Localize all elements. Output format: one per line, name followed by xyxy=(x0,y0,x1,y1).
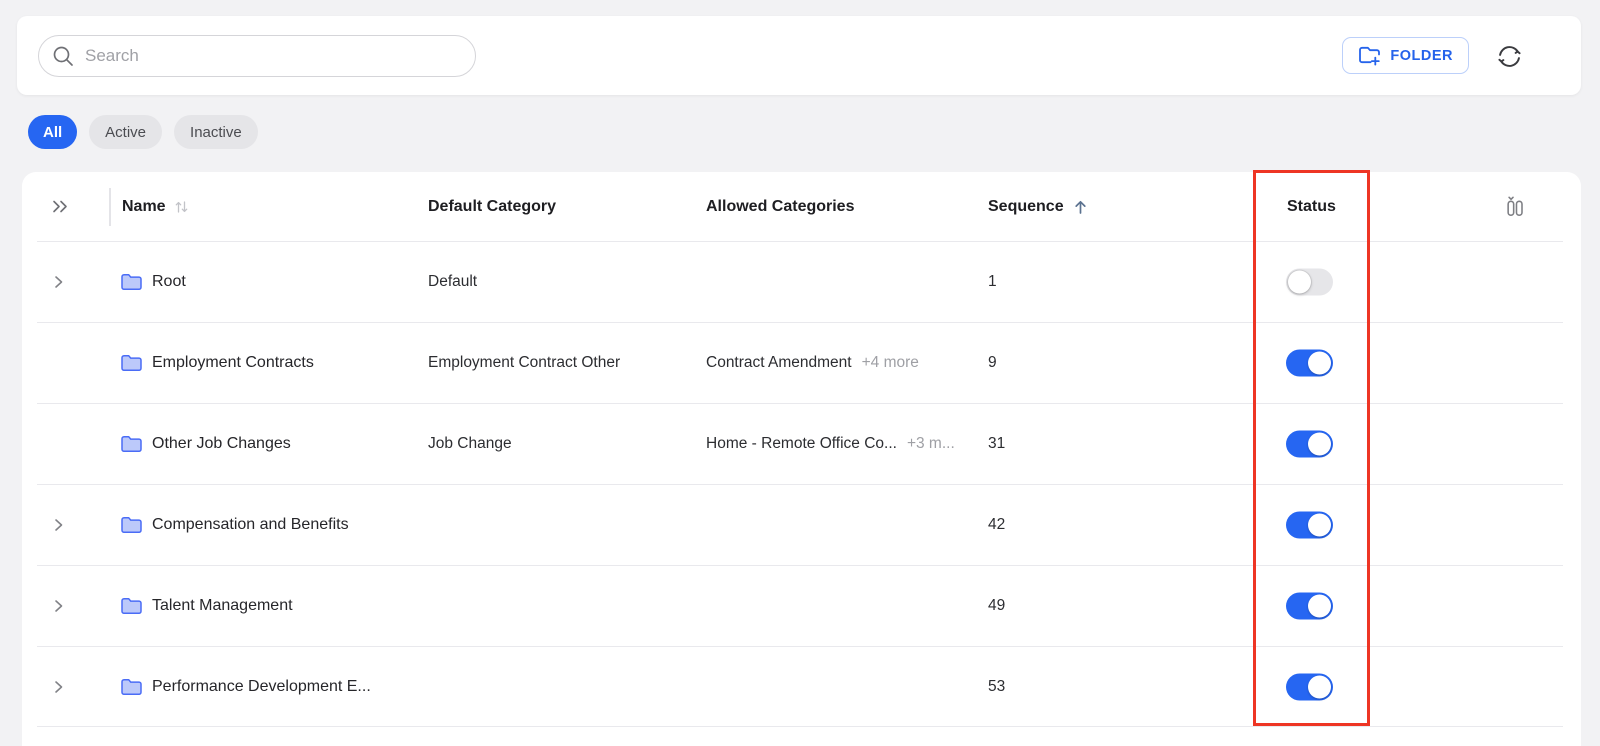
chevron-right-icon[interactable] xyxy=(50,678,67,695)
row-sequence: 49 xyxy=(988,597,1005,615)
status-toggle[interactable] xyxy=(1286,430,1333,457)
toggle-knob xyxy=(1308,675,1331,698)
filter-bar: All Active Inactive xyxy=(28,115,258,149)
folder-plus-icon xyxy=(1358,45,1381,66)
add-folder-button[interactable]: FOLDER xyxy=(1342,37,1469,74)
table-row[interactable]: Employment Contracts Employment Contract… xyxy=(22,322,1581,403)
row-name: Compensation and Benefits xyxy=(152,516,349,534)
row-default-category: Default xyxy=(428,273,477,291)
toggle-knob xyxy=(1308,432,1331,455)
table-row[interactable]: Compensation and Benefits 42 xyxy=(22,484,1581,565)
table-header-row: Name Default Category Allowed Categories… xyxy=(22,172,1581,241)
filter-pill-inactive[interactable]: Inactive xyxy=(174,115,258,149)
row-sequence: 31 xyxy=(988,435,1005,453)
toggle-knob xyxy=(1308,594,1331,617)
allowed-more-label: +3 m... xyxy=(907,435,955,453)
toggle-knob xyxy=(1288,270,1311,293)
folder-icon xyxy=(120,515,143,534)
row-sequence: 9 xyxy=(988,354,997,372)
status-toggle[interactable] xyxy=(1286,511,1333,538)
chevron-right-icon[interactable] xyxy=(50,273,67,290)
row-name: Root xyxy=(152,273,186,291)
status-toggle[interactable] xyxy=(1286,673,1333,700)
column-header-name-label: Name xyxy=(122,198,166,216)
column-header-default-category[interactable]: Default Category xyxy=(428,172,556,241)
table-row[interactable]: Other Job Changes Job Change Home - Remo… xyxy=(22,403,1581,484)
row-sequence: 1 xyxy=(988,273,997,291)
double-chevron-right-icon[interactable] xyxy=(50,172,71,241)
folder-icon xyxy=(120,272,143,291)
search-icon xyxy=(52,45,75,68)
table-row[interactable]: Root Default 1 xyxy=(22,241,1581,322)
row-default-category: Employment Contract Other xyxy=(428,354,620,372)
column-settings-icon[interactable] xyxy=(1502,172,1527,241)
column-header-allowed-categories[interactable]: Allowed Categories xyxy=(706,172,854,241)
header-divider xyxy=(109,188,111,226)
row-default-category: Job Change xyxy=(428,435,512,453)
row-sequence: 42 xyxy=(988,516,1005,534)
row-name: Employment Contracts xyxy=(152,354,314,372)
arrow-up-icon xyxy=(1072,198,1089,216)
status-toggle[interactable] xyxy=(1286,349,1333,376)
folder-icon xyxy=(120,434,143,453)
row-sequence: 53 xyxy=(988,678,1005,696)
folder-icon xyxy=(120,353,143,372)
search-box[interactable] xyxy=(38,35,476,77)
status-toggle[interactable] xyxy=(1286,592,1333,619)
row-name: Other Job Changes xyxy=(152,435,291,453)
column-header-status[interactable]: Status xyxy=(1287,172,1336,241)
chevron-right-icon[interactable] xyxy=(50,516,67,533)
refresh-icon[interactable] xyxy=(1495,42,1523,70)
table-row[interactable]: Performance Development E... 53 xyxy=(22,646,1581,727)
row-name: Talent Management xyxy=(152,597,293,615)
column-header-sequence[interactable]: Sequence xyxy=(988,172,1089,241)
row-allowed-categories: Home - Remote Office Co... +3 m... xyxy=(706,435,955,453)
allowed-category-label: Home - Remote Office Co... xyxy=(706,435,897,453)
add-folder-button-label: FOLDER xyxy=(1390,48,1453,64)
table-body: Root Default 1 Employment Contracts Empl… xyxy=(22,241,1581,727)
filter-pill-active[interactable]: Active xyxy=(89,115,162,149)
column-header-name[interactable]: Name xyxy=(122,172,189,241)
column-header-sequence-label: Sequence xyxy=(988,198,1064,216)
allowed-category-label: Contract Amendment xyxy=(706,354,852,372)
chevron-right-icon[interactable] xyxy=(50,597,67,614)
topbar: FOLDER xyxy=(17,16,1581,95)
row-name: Performance Development E... xyxy=(152,678,371,696)
filter-pill-all[interactable]: All xyxy=(28,115,77,149)
allowed-more-label: +4 more xyxy=(862,354,919,372)
folder-icon xyxy=(120,596,143,615)
table-row[interactable]: Talent Management 49 xyxy=(22,565,1581,646)
status-toggle[interactable] xyxy=(1286,268,1333,295)
toggle-knob xyxy=(1308,351,1331,374)
folder-icon xyxy=(120,677,143,696)
row-allowed-categories: Contract Amendment +4 more xyxy=(706,354,919,372)
categories-table: Name Default Category Allowed Categories… xyxy=(22,172,1581,746)
toggle-knob xyxy=(1308,513,1331,536)
search-input[interactable] xyxy=(85,46,465,66)
sort-arrows-icon xyxy=(174,199,189,215)
